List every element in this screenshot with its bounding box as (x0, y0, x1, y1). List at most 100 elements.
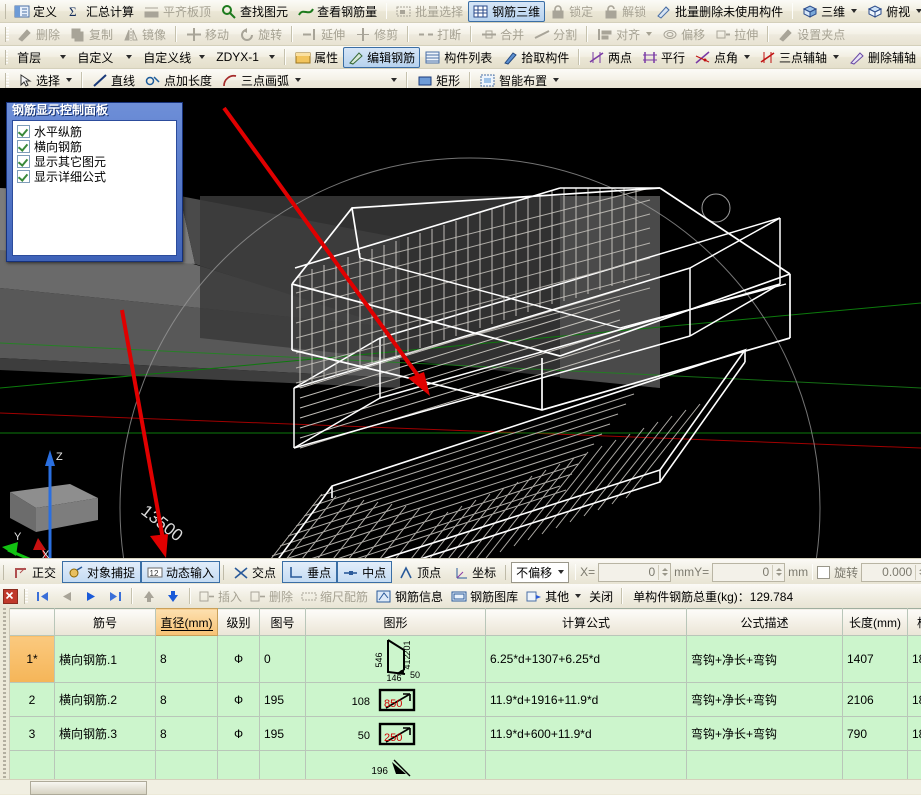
cell-grade[interactable] (218, 751, 260, 780)
rebar-table[interactable]: 筋号直径(mm)级别图号图形计算公式公式描述长度(mm)根数搭接损 1*横向钢筋… (9, 608, 921, 779)
checkbox-checked-icon[interactable] (17, 125, 30, 138)
component-type-select[interactable]: 自定义 (73, 48, 135, 66)
snap-mode-coordinate-snap-icon[interactable]: 坐标 (447, 561, 502, 583)
table-body[interactable]: 1*横向钢筋.18Ф0546201412146506.25*d+1307+6.2… (10, 636, 921, 780)
checkbox-checked-icon[interactable] (17, 170, 30, 183)
toolbar-button-properties-icon[interactable]: 属性 (290, 47, 343, 68)
table-header-shape[interactable]: 图形 (306, 609, 486, 636)
chevron-down-icon[interactable] (833, 55, 839, 59)
toolbar-grip[interactable] (24, 589, 28, 604)
snap-mode-intersection-snap-icon[interactable]: 交点 (227, 561, 282, 583)
rotate-input[interactable]: 0.000 (861, 563, 921, 582)
horizontal-scrollbar[interactable] (0, 779, 921, 794)
component-name-select[interactable]: ZDYX-1 (212, 48, 278, 66)
close-icon[interactable] (3, 589, 18, 604)
cell-count[interactable]: 18 (908, 683, 921, 717)
cell-length[interactable]: 2106 (843, 683, 908, 717)
toolbar-grip[interactable] (5, 4, 6, 19)
table-row[interactable]: 1*横向钢筋.18Ф0546201412146506.25*d+1307+6.2… (10, 636, 921, 683)
toolbar-button-point-angle-icon[interactable]: 点角 (690, 47, 755, 68)
table-header-formula[interactable]: 计算公式 (486, 609, 687, 636)
table-row[interactable]: 2横向钢筋.28Ф19510885011.9*d+1916+11.9*d弯钩+净… (10, 683, 921, 717)
cell-desc[interactable]: 弯钩+净长+弯钩 (687, 717, 843, 751)
cell-formula[interactable]: 6.25*d+1307+6.25*d (486, 636, 687, 683)
chevron-down-icon[interactable] (575, 594, 581, 598)
toolbar-button-cube-icon[interactable]: 三维 (797, 1, 862, 22)
draw-mode-select[interactable] (308, 71, 400, 89)
snap-mode-midpoint-snap-icon[interactable]: 中点 (337, 561, 392, 583)
cell-shape[interactable]: 54620141214650 (306, 636, 486, 683)
checkbox-checked-icon[interactable] (17, 140, 30, 153)
rebar-table-container[interactable]: 筋号直径(mm)级别图号图形计算公式公式描述长度(mm)根数搭接损 1*横向钢筋… (0, 608, 921, 779)
table-row[interactable]: 3横向钢筋.38Ф1955025011.9*d+600+11.9*d弯钩+净长+… (10, 717, 921, 751)
toolbar-button-sigma-icon[interactable]: Σ汇总计算 (62, 1, 139, 22)
cell-formula[interactable]: 11.9*d+1916+11.9*d (486, 683, 687, 717)
toolbar-grip[interactable] (5, 50, 8, 65)
floor-select[interactable]: 首层 (13, 48, 69, 66)
cell-length[interactable] (843, 751, 908, 780)
cell-pic_no[interactable]: 195 (260, 717, 306, 751)
panel-checkbox-3[interactable]: 显示详细公式 (17, 169, 172, 184)
spinner-arrows[interactable] (772, 565, 784, 580)
component-kind-select[interactable]: 自定义线 (139, 48, 208, 66)
chevron-down-icon[interactable] (55, 49, 67, 65)
snap-toggle-dynamic-input-icon[interactable]: 12动态输入 (141, 561, 220, 583)
chevron-down-icon[interactable] (121, 49, 133, 65)
cell-diameter[interactable]: 8 (156, 683, 218, 717)
rotate-checkbox[interactable] (817, 566, 830, 579)
toolbar-grip[interactable] (3, 565, 4, 580)
toolbar-button-view-rebar-qty-icon[interactable]: 查看钢筋量 (293, 1, 382, 22)
cell-pic_no[interactable]: 0 (260, 636, 306, 683)
cell-pic_no[interactable] (260, 751, 306, 780)
toolbar-grip[interactable] (505, 565, 506, 580)
table-row[interactable]: 196 (10, 751, 921, 780)
panel-checkbox-1[interactable]: 横向钢筋 (17, 139, 172, 154)
table-header-count[interactable]: 根数 (908, 609, 921, 636)
table-header-grade[interactable]: 级别 (218, 609, 260, 636)
toolbar-button-parallel-axis-icon[interactable]: 平行 (637, 47, 690, 68)
toolbar-button-edit-rebar-icon[interactable]: 编辑钢筋 (343, 47, 420, 68)
toolbar-button-rebar-3d-icon[interactable]: 钢筋三维 (468, 1, 545, 22)
chevron-down-icon[interactable] (194, 49, 206, 65)
editbar-other-icon[interactable]: 其他 (522, 586, 585, 606)
cell-count[interactable]: 18 (908, 636, 921, 683)
chevron-down-icon[interactable] (916, 9, 921, 13)
first-record-button[interactable] (31, 586, 55, 606)
toolbar-button-component-list-icon[interactable]: 构件列表 (420, 47, 497, 68)
table-header-desc[interactable]: 公式描述 (687, 609, 843, 636)
chevron-down-icon[interactable] (66, 78, 72, 82)
cell-formula[interactable] (486, 751, 687, 780)
chevron-down-icon[interactable] (386, 72, 398, 88)
cell-grade[interactable]: Ф (218, 683, 260, 717)
panel-checkbox-0[interactable]: 水平纵筋 (17, 124, 172, 139)
last-record-button[interactable] (103, 586, 127, 606)
cell-pic_no[interactable]: 195 (260, 683, 306, 717)
editbar-rebar-library-icon[interactable]: 钢筋图库 (447, 586, 522, 606)
x-offset-input[interactable]: 0 (598, 563, 671, 582)
spinner-arrows[interactable] (658, 565, 670, 580)
checkbox-checked-icon[interactable] (17, 155, 30, 168)
toolbar-button-pick-component-icon[interactable]: 拾取构件 (497, 47, 574, 68)
chevron-down-icon[interactable] (851, 9, 857, 13)
toolbar-grip[interactable] (5, 73, 9, 88)
cell-length[interactable]: 1407 (843, 636, 908, 683)
table-header-rowno[interactable] (10, 609, 55, 636)
snap-mode-vertex-snap-icon[interactable]: 顶点 (392, 561, 447, 583)
cell-formula[interactable]: 11.9*d+600+11.9*d (486, 717, 687, 751)
toolbar-button-define-icon[interactable]: 定义 (9, 1, 62, 22)
toolbar-button-delete-axis-icon[interactable]: 删除辅轴 (844, 47, 921, 68)
row-header[interactable]: 1* (10, 636, 55, 683)
toolbar-button-batch-delete-icon[interactable]: 批量删除未使用构件 (651, 1, 788, 22)
toolbar-button-topview-icon[interactable]: 俯视 (862, 1, 921, 22)
toolbar-button-find-element-icon[interactable]: 查找图元 (216, 1, 293, 22)
table-header-pic_no[interactable]: 图号 (260, 609, 306, 636)
cell-count[interactable] (908, 751, 921, 780)
cell-diameter[interactable]: 8 (156, 636, 218, 683)
chevron-down-icon[interactable] (553, 78, 559, 82)
cell-desc[interactable]: 弯钩+净长+弯钩 (687, 636, 843, 683)
chevron-down-icon[interactable] (295, 78, 301, 82)
cell-diameter[interactable]: 8 (156, 717, 218, 751)
cell-name[interactable]: 横向钢筋.2 (55, 683, 156, 717)
cell-grade[interactable]: Ф (218, 636, 260, 683)
cell-shape[interactable]: 50250 (306, 717, 486, 751)
